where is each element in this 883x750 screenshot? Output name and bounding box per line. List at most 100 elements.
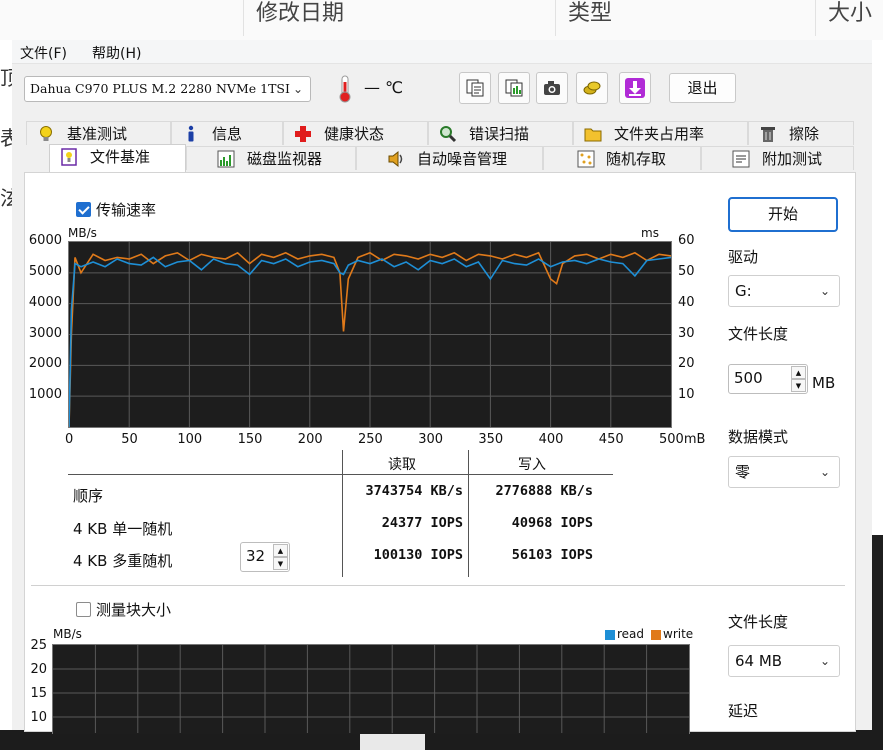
spinner-arrows[interactable]: ▲ ▼ (273, 544, 288, 570)
file-length-label: 文件长度 (728, 325, 789, 343)
thermometer-icon (339, 75, 351, 103)
drive-dropdown[interactable]: G: ⌄ (728, 275, 840, 307)
tab-health[interactable]: 健康状态 (283, 121, 428, 145)
donate-button[interactable] (576, 72, 608, 104)
y-tick-label: 1000 (28, 387, 62, 403)
chevron-down-icon: ⌄ (819, 654, 830, 668)
drive-select[interactable]: Dahua C970 PLUS M.2 2280 NVMe 1TSI ⌄ (24, 76, 311, 102)
file-benchmark-panel: 传输速率 MB/s ms 1000 2000 3000 4000 5000 6000 10 2… (24, 172, 856, 734)
column-read: 读取 (388, 457, 416, 473)
results-table-rule (468, 450, 469, 577)
drive-select-value: Dahua C970 PLUS M.2 2280 NVMe 1TSI (30, 81, 290, 96)
tab-error-scan[interactable]: 错误扫描 (428, 121, 573, 145)
exit-button[interactable]: 退出 (669, 73, 736, 103)
download-icon (625, 78, 645, 98)
monitor-chart-icon (217, 150, 235, 168)
block-y-tick-label: 15 (30, 686, 47, 701)
spin-down-icon[interactable]: ▼ (791, 379, 806, 392)
tab-info[interactable]: 信息 (171, 121, 283, 145)
y-tick-label: 4000 (28, 294, 62, 310)
file-length-unit: MB (812, 374, 836, 392)
tab-noise-management[interactable]: 自动噪音管理 (356, 146, 543, 170)
legend-read-swatch (605, 630, 615, 640)
tab-label: 文件基准 (90, 148, 151, 166)
block-size-plot (53, 645, 689, 733)
menu-help[interactable]: 帮助(H) (92, 43, 141, 63)
data-mode-label: 数据模式 (728, 428, 789, 446)
info-icon (188, 125, 194, 142)
4kb-single-read-value: 24377 IOPS (381, 515, 463, 531)
tab-erase[interactable]: 擦除 (748, 121, 854, 145)
folder-icon (584, 128, 602, 142)
tab-benchmark[interactable]: 基准测试 (26, 121, 171, 145)
column-modified-date[interactable]: 修改日期 (243, 0, 555, 36)
toolbar: Dahua C970 PLUS M.2 2280 NVMe 1TSI ⌄ — ℃ (12, 64, 872, 112)
spin-down-icon[interactable]: ▼ (273, 557, 288, 570)
y2-tick-label: 60 (678, 233, 695, 248)
file-length-spinner[interactable]: 500 ▲ ▼ (728, 364, 808, 394)
tab-label: 健康状态 (324, 125, 385, 143)
y-tick-label: 6000 (28, 233, 62, 248)
menu-bar: 文件(F) 帮助(H) (12, 40, 872, 64)
drive-label: 驱动 (728, 248, 759, 266)
copy-image-button[interactable] (498, 72, 530, 104)
y2-tick-label: 20 (678, 356, 695, 372)
start-button[interactable]: 开始 (728, 197, 838, 232)
tab-file-benchmark[interactable]: 文件基准 (49, 144, 186, 172)
background-explorer-left: 顶 表 泫 (0, 40, 20, 750)
random-access-icon (577, 150, 595, 168)
magnifier-icon (440, 126, 457, 143)
background-explorer-header: 修改日期 类型 大小 (0, 0, 883, 40)
copy-text-button[interactable] (459, 72, 491, 104)
x-tick-label: 150 (237, 432, 263, 447)
transfer-rate-label: 传输速率 (96, 201, 157, 219)
update-button[interactable] (619, 72, 651, 104)
tab-label: 基准测试 (67, 125, 128, 143)
tab-extra-tests[interactable]: 附加测试 (701, 146, 854, 170)
y2-axis-unit: ms (641, 226, 659, 240)
legend-write-swatch (651, 630, 661, 640)
menu-file[interactable]: 文件(F) (20, 43, 67, 63)
tab-label: 信息 (212, 125, 243, 143)
file-length-value: 500 (734, 369, 763, 387)
spin-up-icon[interactable]: ▲ (273, 544, 288, 557)
legend-read-label: read (617, 627, 645, 641)
x-tick-label: 200 (297, 432, 323, 447)
temperature-readout: — ℃ (364, 78, 404, 97)
queue-depth-spinner[interactable]: 32 ▲ ▼ (240, 542, 290, 572)
spinner-arrows[interactable]: ▲ ▼ (791, 366, 806, 392)
block-file-length-dropdown[interactable]: 64 MB ⌄ (728, 645, 840, 677)
tab-label: 自动噪音管理 (417, 150, 508, 168)
results-table-rule (68, 474, 613, 475)
chevron-down-icon: ⌄ (819, 284, 830, 298)
x-tick-label: 400 (538, 432, 564, 447)
results-table-rule (342, 450, 343, 577)
copy-text-icon (466, 79, 484, 97)
y-tick-label: 3000 (28, 325, 62, 341)
x-tick-label: 100 (177, 432, 203, 447)
spin-up-icon[interactable]: ▲ (791, 366, 806, 379)
block-file-length-label: 文件长度 (728, 613, 789, 631)
x-tick-label: 500mB (659, 432, 706, 447)
tab-random-access[interactable]: 随机存取 (543, 146, 701, 170)
block-size-checkbox[interactable] (76, 602, 91, 617)
column-type[interactable]: 类型 (555, 0, 815, 36)
block-y-axis-unit: MB/s (53, 627, 82, 641)
4kb-single-write-value: 40968 IOPS (511, 515, 593, 531)
4kb-multi-write-value: 56103 IOPS (511, 547, 593, 563)
column-size[interactable]: 大小 (815, 0, 883, 36)
y2-tick-label: 50 (678, 263, 695, 279)
tab-disk-monitor[interactable]: 磁盘监视器 (186, 146, 356, 170)
data-mode-value: 零 (735, 463, 751, 481)
screenshot-button[interactable] (536, 72, 568, 104)
hdtune-window: 文件(F) 帮助(H) Dahua C970 PLUS M.2 2280 NVM… (12, 40, 872, 734)
tab-folder-usage[interactable]: 文件夹占用率 (573, 121, 748, 145)
4kb-multi-read-value: 100130 IOPS (373, 547, 463, 563)
block-size-chart (52, 644, 690, 734)
transfer-rate-checkbox[interactable] (76, 202, 91, 217)
x-tick-label: 50 (121, 432, 138, 447)
row-4kb-single-label: 4 KB 单一随机 (73, 520, 173, 538)
data-mode-dropdown[interactable]: 零 ⌄ (728, 456, 840, 488)
y2-tick-label: 10 (678, 387, 695, 403)
y-axis-unit: MB/s (68, 226, 97, 240)
